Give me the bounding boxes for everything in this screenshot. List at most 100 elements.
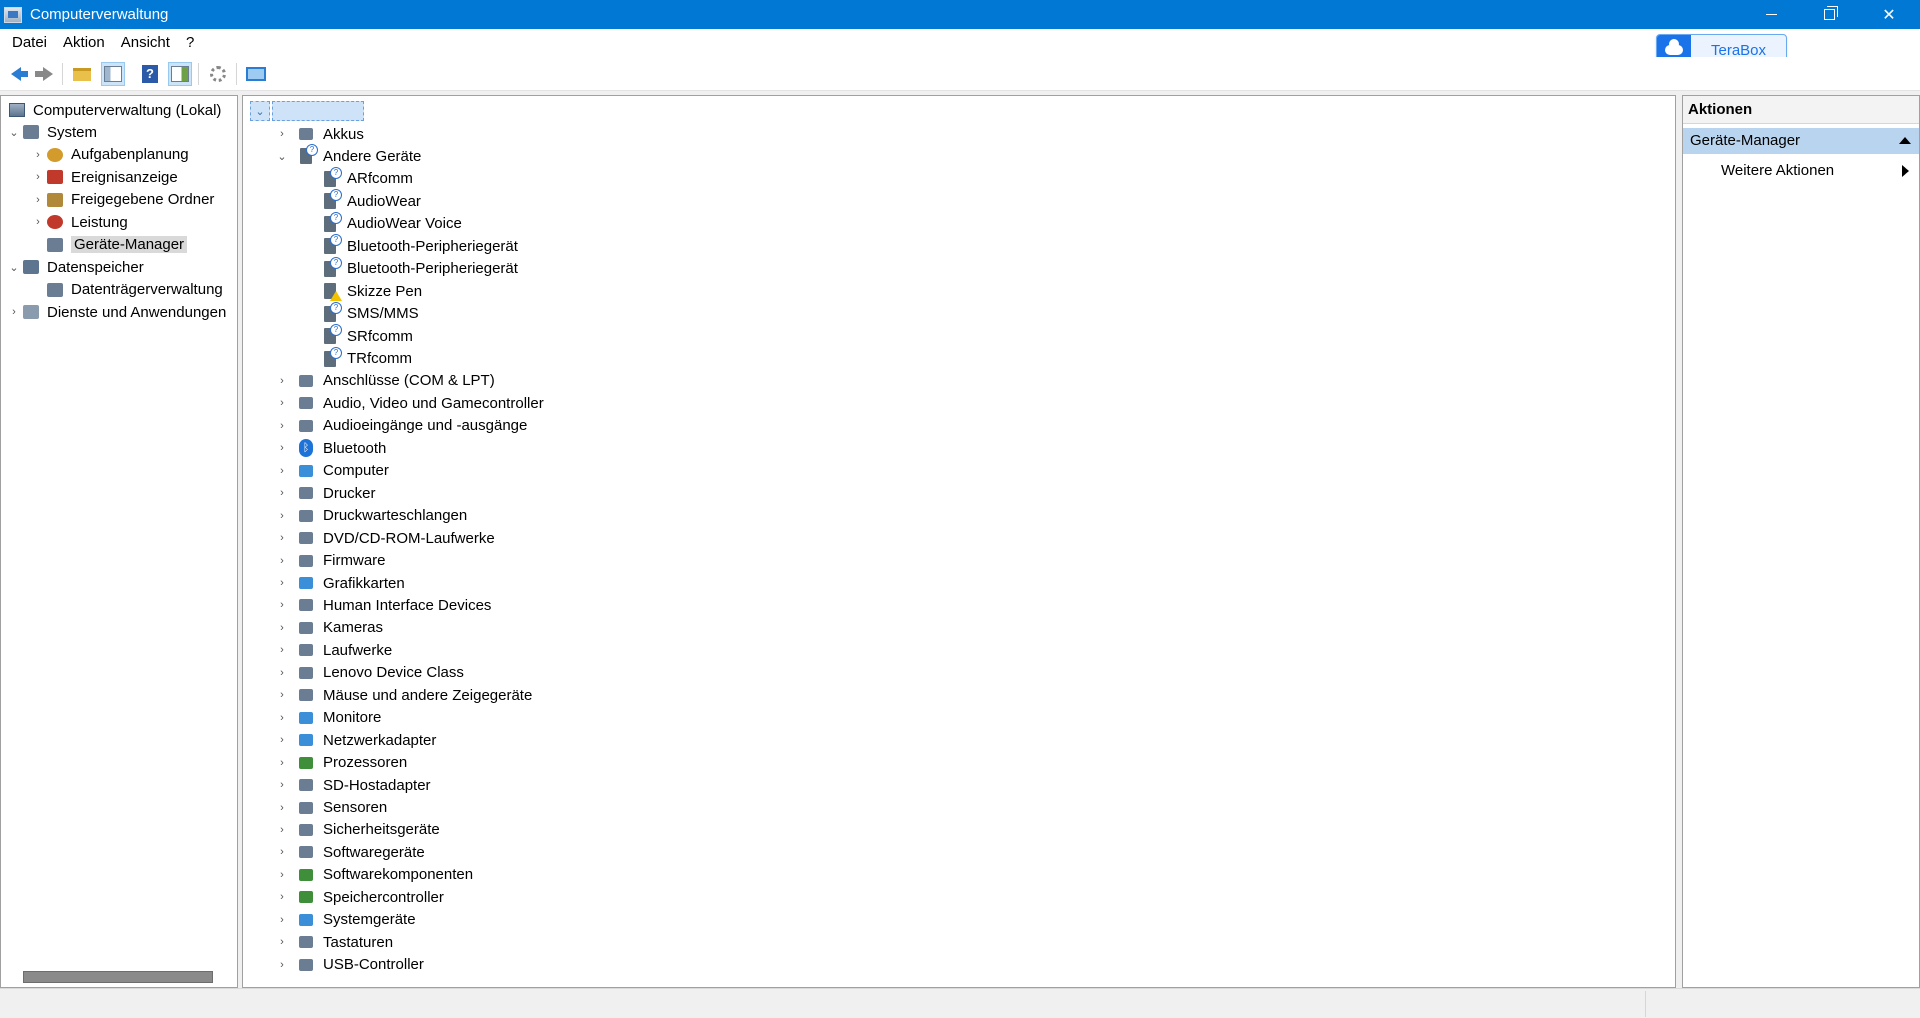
chevron-right-icon[interactable]: ›: [31, 189, 45, 211]
menu-aktion[interactable]: Aktion: [55, 29, 113, 57]
device-tree-item-dvd-cd-rom-laufwerke[interactable]: › DVD/CD-ROM-Laufwerke: [275, 527, 495, 549]
chevron-down-icon[interactable]: ⌄: [7, 121, 21, 143]
device-tree-item-maeuse-und-andere-zeigegeraete[interactable]: › Mäuse und andere Zeigegeräte: [275, 684, 532, 706]
chevron-right-icon[interactable]: ›: [31, 144, 45, 166]
console-tree-item-system[interactable]: ⌄ System: [7, 121, 97, 143]
device-tree-item-human-interface-devices[interactable]: › Human Interface Devices: [275, 594, 491, 616]
device-tree-item-sicherheitsgeraete[interactable]: › Sicherheitsgeräte: [275, 819, 440, 841]
device-tree-item-srfcomm[interactable]: SRfcomm: [299, 324, 413, 347]
chevron-right-icon[interactable]: ›: [275, 527, 289, 549]
console-tree-item-datenspeicher[interactable]: ⌄ Datenspeicher: [7, 256, 143, 278]
device-tree-item-prozessoren[interactable]: › Prozessoren: [275, 752, 407, 774]
chevron-right-icon[interactable]: ›: [275, 729, 289, 751]
device-tree-item-computer[interactable]: › Computer: [275, 460, 389, 482]
chevron-right-icon[interactable]: ›: [275, 617, 289, 639]
chevron-down-icon[interactable]: ⌄: [7, 256, 21, 278]
chevron-right-icon[interactable]: ›: [275, 841, 289, 863]
chevron-right-icon[interactable]: ›: [275, 505, 289, 527]
device-tree-root[interactable]: ⌄: [250, 99, 364, 123]
chevron-right-icon[interactable]: ›: [275, 707, 289, 729]
chevron-right-icon[interactable]: ›: [275, 684, 289, 706]
chevron-right-icon[interactable]: ›: [275, 797, 289, 819]
device-tree-item-bluetooth-peripheriegeraet[interactable]: Bluetooth-Peripheriegerät: [299, 256, 518, 280]
chevron-right-icon[interactable]: ›: [275, 437, 289, 459]
chevron-right-icon[interactable]: ›: [275, 572, 289, 594]
actions-group-device-manager[interactable]: Geräte-Manager: [1683, 128, 1919, 154]
chevron-right-icon[interactable]: ›: [275, 392, 289, 414]
device-tree-item-andere-geraete[interactable]: ⌄ Andere Geräte: [275, 144, 421, 167]
device-tree-item-systemgeraete[interactable]: › Systemgeräte: [275, 909, 415, 931]
device-tree-item-usb-controller[interactable]: › USB-Controller: [275, 954, 424, 976]
device-tree-item-trfcomm[interactable]: TRfcomm: [299, 346, 412, 370]
console-tree-item-datentraegerverwaltung[interactable]: Datenträgerverwaltung: [31, 279, 223, 301]
device-tree-item-grafikkarten[interactable]: › Grafikkarten: [275, 572, 405, 594]
chevron-right-icon[interactable]: ›: [31, 211, 45, 233]
scan-hardware-button[interactable]: [244, 62, 268, 86]
console-tree-item-aufgabenplanung[interactable]: › Aufgabenplanung: [31, 144, 188, 166]
device-tree-item-tastaturen[interactable]: › Tastaturen: [275, 931, 393, 953]
chevron-right-icon[interactable]: ›: [31, 166, 45, 188]
help-button[interactable]: ?: [138, 62, 162, 86]
device-tree-item-bluetooth-peripheriegeraet[interactable]: Bluetooth-Peripheriegerät: [299, 234, 518, 257]
menu-help[interactable]: ?: [178, 29, 202, 57]
device-tree-item-skizze-pen[interactable]: Skizze Pen: [299, 280, 422, 302]
chevron-down-icon[interactable]: ⌄: [275, 145, 289, 167]
device-tree-item-sd-hostadapter[interactable]: › SD-Hostadapter: [275, 774, 430, 796]
device-tree-item-softwarekomponenten[interactable]: › Softwarekomponenten: [275, 864, 473, 886]
show-hide-action-pane-button[interactable]: [168, 62, 192, 86]
console-tree-item-freigegebene-ordner[interactable]: › Freigegebene Ordner: [31, 189, 214, 211]
device-tree-item-sensoren[interactable]: › Sensoren: [275, 797, 387, 819]
up-one-level-button[interactable]: [70, 62, 94, 86]
device-tree-item-audiowear-voice[interactable]: AudioWear Voice: [299, 211, 462, 235]
device-tree-item-audio-video-und-gamecontroller[interactable]: › Audio, Video und Gamecontroller: [275, 392, 544, 414]
console-tree-item-ereignisanzeige[interactable]: › Ereignisanzeige: [31, 166, 178, 188]
chevron-right-icon[interactable]: ›: [275, 460, 289, 482]
device-tree-item-netzwerkadapter[interactable]: › Netzwerkadapter: [275, 729, 436, 751]
back-button[interactable]: [4, 62, 28, 86]
close-button[interactable]: ✕: [1858, 0, 1920, 29]
chevron-right-icon[interactable]: ›: [275, 370, 289, 392]
chevron-right-icon[interactable]: ›: [275, 662, 289, 684]
device-tree-item-kameras[interactable]: › Kameras: [275, 617, 383, 639]
device-tree-item-arfcomm[interactable]: ARfcomm: [299, 166, 413, 190]
device-tree-item-sms-mms[interactable]: SMS/MMS: [299, 301, 419, 325]
chevron-right-icon[interactable]: ›: [275, 864, 289, 886]
device-tree-item-druckwarteschlangen[interactable]: › Druckwarteschlangen: [275, 505, 467, 527]
horizontal-scrollbar-thumb[interactable]: [23, 971, 213, 983]
device-tree-item-firmware[interactable]: › Firmware: [275, 550, 385, 572]
chevron-right-icon[interactable]: ›: [275, 482, 289, 504]
device-tree-item-anschluesse-com-lpt[interactable]: › Anschlüsse (COM & LPT): [275, 370, 495, 392]
console-tree-item-dienste-und-anwendungen[interactable]: › Dienste und Anwendungen: [7, 301, 226, 323]
chevron-right-icon[interactable]: ›: [275, 819, 289, 841]
chevron-right-icon[interactable]: ›: [275, 415, 289, 437]
console-tree-item-leistung[interactable]: › Leistung: [31, 211, 128, 233]
forward-button[interactable]: [32, 62, 56, 86]
chevron-right-icon[interactable]: ›: [275, 752, 289, 774]
show-hide-console-tree-button[interactable]: [101, 62, 125, 86]
device-tree-item-audiowear[interactable]: AudioWear: [299, 189, 421, 212]
menu-datei[interactable]: Datei: [4, 29, 55, 57]
chevron-right-icon[interactable]: ›: [275, 954, 289, 976]
device-tree-item-akkus[interactable]: › Akkus: [275, 123, 364, 145]
device-tree-item-audioeingaenge-und-ausgaenge[interactable]: › Audioeingänge und -ausgänge: [275, 415, 527, 437]
console-tree-item-geraete-manager[interactable]: Geräte-Manager: [31, 234, 188, 256]
menu-ansicht[interactable]: Ansicht: [113, 29, 178, 57]
device-tree-item-laufwerke[interactable]: › Laufwerke: [275, 639, 392, 661]
more-actions-item[interactable]: Weitere Aktionen: [1683, 158, 1919, 184]
console-tree-root[interactable]: Computerverwaltung (Lokal): [7, 99, 221, 121]
restore-button[interactable]: [1800, 0, 1858, 29]
chevron-right-icon[interactable]: ›: [275, 123, 289, 145]
chevron-right-icon[interactable]: ›: [275, 886, 289, 908]
chevron-right-icon[interactable]: ›: [275, 774, 289, 796]
chevron-right-icon[interactable]: ›: [275, 909, 289, 931]
collapse-triangle-icon[interactable]: [1899, 137, 1911, 144]
chevron-right-icon[interactable]: ›: [275, 594, 289, 616]
chevron-right-icon[interactable]: ›: [7, 301, 21, 323]
properties-button[interactable]: [206, 62, 230, 86]
chevron-right-icon[interactable]: ›: [275, 931, 289, 953]
device-tree-item-bluetooth[interactable]: › ᛒ Bluetooth: [275, 437, 386, 459]
device-tree-item-lenovo-device-class[interactable]: › Lenovo Device Class: [275, 662, 464, 684]
device-tree-item-monitore[interactable]: › Monitore: [275, 707, 381, 729]
chevron-right-icon[interactable]: ›: [275, 639, 289, 661]
chevron-down-icon[interactable]: ⌄: [250, 101, 270, 121]
